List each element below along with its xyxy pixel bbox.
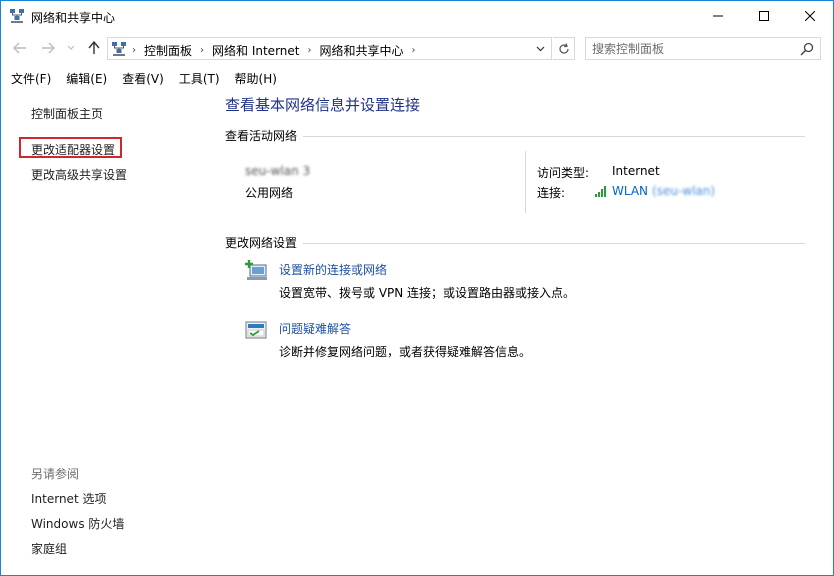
page-title: 查看基本网络信息并设置连接 xyxy=(225,96,421,114)
back-arrow-icon xyxy=(13,42,26,54)
setup-new-connection-link[interactable]: 设置新的连接或网络 xyxy=(279,261,387,278)
menu-bar: 文件(F) 编辑(E) 查看(V) 工具(T) 帮助(H) xyxy=(1,68,833,88)
connections-label: 连接: xyxy=(537,186,566,200)
see-also-heading: 另请参阅 xyxy=(31,467,80,481)
section-divider xyxy=(303,243,805,244)
refresh-button[interactable] xyxy=(553,37,575,60)
search-box[interactable] xyxy=(585,37,821,60)
change-adapter-settings-link[interactable]: 更改适配器设置 xyxy=(31,141,115,158)
chevron-down-icon xyxy=(67,45,75,50)
vertical-divider xyxy=(525,151,526,213)
menu-tools[interactable]: 工具(T) xyxy=(169,68,225,88)
minimize-button[interactable] xyxy=(695,1,741,31)
breadcrumb-network-sharing-center[interactable]: 网络和共享中心 xyxy=(319,42,403,59)
minimize-icon xyxy=(713,15,723,17)
wifi-signal-icon xyxy=(595,186,606,197)
change-advanced-sharing-link[interactable]: 更改高级共享设置 xyxy=(31,166,127,183)
forward-button[interactable] xyxy=(39,39,57,57)
change-settings-heading: 更改网络设置 xyxy=(225,236,298,250)
menu-edit[interactable]: 编辑(E) xyxy=(56,68,112,88)
network-sharing-window: 网络和共享中心 › 控制面板 › 网络和 Internet › 网络和共享中心 … xyxy=(0,0,834,576)
menu-view[interactable]: 查看(V) xyxy=(112,68,169,88)
address-bar[interactable]: › 控制面板 › 网络和 Internet › 网络和共享中心 › xyxy=(107,37,552,60)
access-type-value: Internet xyxy=(612,164,660,178)
close-button[interactable] xyxy=(787,1,833,31)
chevron-right-icon: › xyxy=(411,45,416,56)
connection-ssid: (seu-wlan) xyxy=(652,184,716,198)
windows-firewall-link[interactable]: Windows 防火墙 xyxy=(31,515,124,532)
back-button[interactable] xyxy=(11,39,29,57)
chevron-right-icon: › xyxy=(132,45,136,56)
access-type-label: 访问类型: xyxy=(537,166,590,180)
breadcrumb-control-panel[interactable]: 控制面板 xyxy=(144,42,192,59)
active-networks-heading: 查看活动网络 xyxy=(225,129,298,143)
menu-file[interactable]: 文件(F) xyxy=(1,68,56,88)
up-arrow-icon xyxy=(88,41,100,54)
up-button[interactable] xyxy=(85,39,103,57)
control-panel-icon xyxy=(112,42,126,56)
menu-help[interactable]: 帮助(H) xyxy=(225,68,282,88)
network-name: seu-wlan 3 xyxy=(245,164,311,178)
network-icon xyxy=(10,9,24,23)
troubleshoot-problems-link[interactable]: 问题疑难解答 xyxy=(279,320,351,337)
network-category-link[interactable]: 公用网络 xyxy=(245,184,293,201)
search-icon[interactable] xyxy=(800,42,814,56)
refresh-icon xyxy=(558,42,569,54)
maximize-icon xyxy=(759,11,769,21)
breadcrumb-network-internet[interactable]: 网络和 Internet xyxy=(212,42,299,59)
homegroup-link[interactable]: 家庭组 xyxy=(31,540,67,557)
forward-arrow-icon xyxy=(42,42,55,54)
close-icon xyxy=(805,11,815,21)
troubleshoot-icon xyxy=(245,321,267,339)
new-connection-icon xyxy=(245,260,267,280)
wlan-connection-link[interactable]: WLAN (seu-wlan) xyxy=(594,184,715,198)
chevron-right-icon: › xyxy=(307,45,312,56)
chevron-down-icon xyxy=(536,46,544,52)
search-input[interactable] xyxy=(592,41,792,57)
window-title: 网络和共享中心 xyxy=(31,11,116,25)
connection-name: WLAN xyxy=(612,184,649,198)
troubleshoot-description: 诊断并修复网络问题，或者获得疑难解答信息。 xyxy=(279,345,532,359)
navigation-bar: › 控制面板 › 网络和 Internet › 网络和共享中心 › xyxy=(1,35,833,61)
section-divider xyxy=(303,136,805,137)
chevron-right-icon: › xyxy=(200,45,205,56)
address-dropdown-button[interactable] xyxy=(533,42,547,56)
breadcrumb: › 控制面板 › 网络和 Internet › 网络和共享中心 › xyxy=(132,42,424,59)
maximize-button[interactable] xyxy=(741,1,787,31)
setup-new-connection-description: 设置宽带、拨号或 VPN 连接；或设置路由器或接入点。 xyxy=(279,286,576,300)
control-panel-home-link[interactable]: 控制面板主页 xyxy=(31,105,103,122)
internet-options-link[interactable]: Internet 选项 xyxy=(31,490,106,507)
recent-locations-button[interactable] xyxy=(65,39,77,57)
title-bar[interactable]: 网络和共享中心 xyxy=(1,1,833,31)
